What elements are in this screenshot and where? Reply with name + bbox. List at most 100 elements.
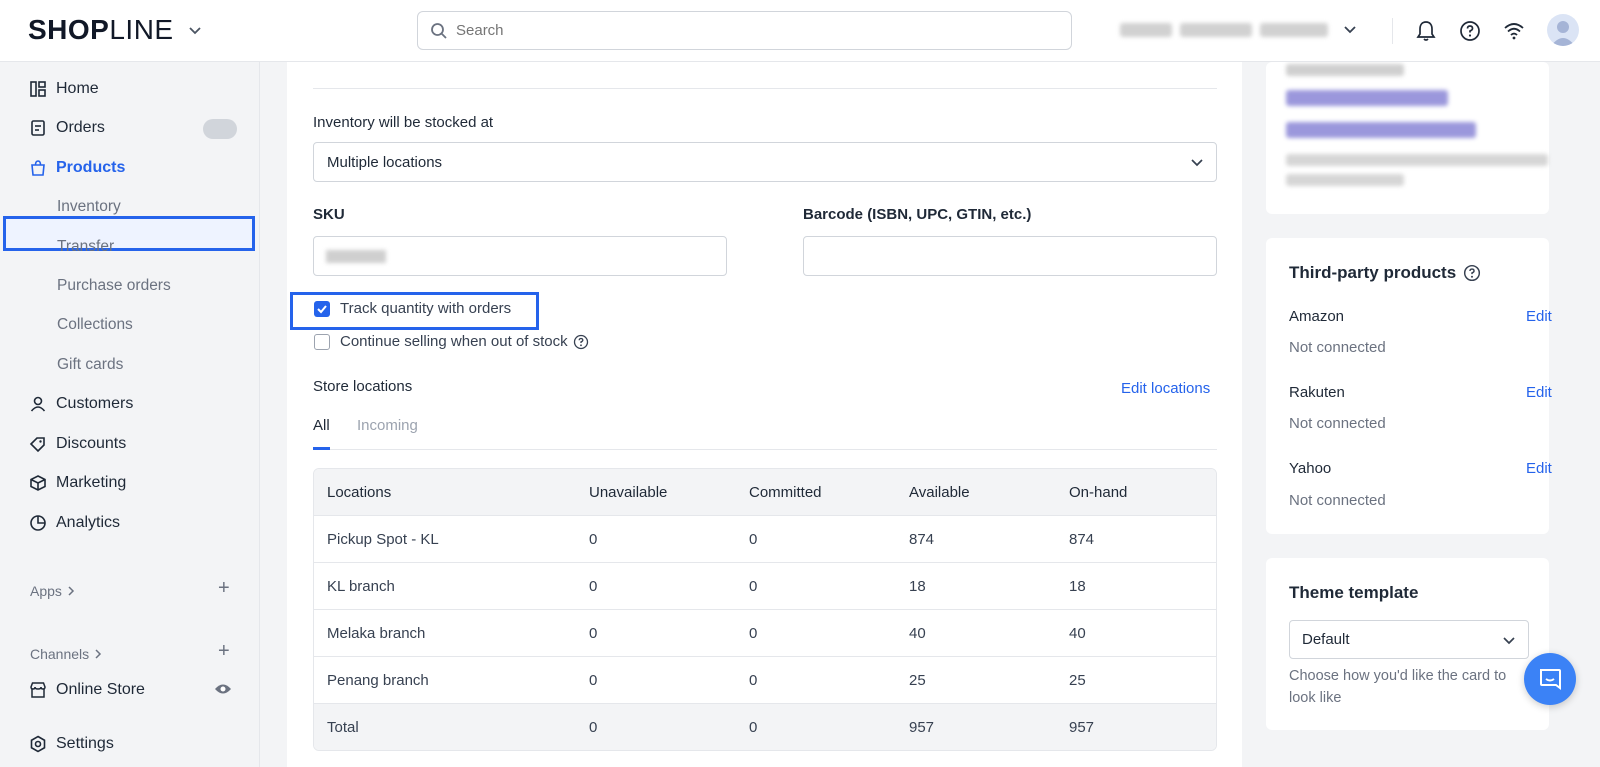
sidebar: Home Orders Products Inventory Transfer … (0, 62, 260, 767)
chevron-right-icon (95, 649, 102, 659)
on-hand-value: 40 (1069, 625, 1086, 642)
sidebar-item-label: Settings (56, 735, 114, 752)
continue-selling-row: Continue selling when out of stock (340, 333, 589, 350)
chat-bubble-button[interactable] (1524, 653, 1576, 705)
sidebar-item-purchase-orders[interactable]: Purchase orders (0, 268, 260, 304)
tab-incoming[interactable]: Incoming (357, 417, 418, 434)
sidebar-item-online-store[interactable]: Online Store (0, 672, 260, 708)
theme-template-select[interactable]: Default (1289, 620, 1529, 659)
chevron-down-icon (188, 27, 201, 35)
sku-label: SKU (313, 206, 345, 223)
help-circle-icon[interactable] (1463, 264, 1481, 282)
unavailable-value: 0 (589, 578, 598, 595)
sidebar-item-transfer[interactable]: Transfer (0, 229, 260, 265)
on-hand-value: 874 (1069, 531, 1095, 548)
sidebar-item-discounts[interactable]: Discounts (0, 426, 260, 462)
store-icon (28, 680, 48, 700)
sidebar-item-label: Products (56, 159, 126, 176)
card-divider (313, 88, 1217, 89)
available-value: 40 (909, 625, 926, 642)
third-party-title: Third-party products (1289, 263, 1457, 282)
sidebar-item-products[interactable]: Products (0, 150, 260, 186)
add-channel-plus-icon[interactable]: + (218, 640, 230, 663)
stocked-at-select[interactable]: Multiple locations (313, 142, 1217, 182)
help-circle-icon[interactable] (573, 334, 589, 350)
tab-all[interactable]: All (313, 417, 330, 434)
location-name: Penang branch (327, 672, 429, 689)
eye-icon[interactable] (214, 682, 232, 696)
add-app-plus-icon[interactable]: + (218, 577, 230, 600)
available-total: 957 (909, 719, 935, 736)
sidebar-item-home[interactable]: Home (0, 71, 260, 107)
logo-bold-text: SHOP (28, 14, 110, 45)
sidebar-item-label: Customers (56, 395, 134, 412)
tag-icon (28, 434, 48, 454)
committed-value: 0 (749, 625, 758, 642)
channels-section-link[interactable]: Channels (30, 646, 103, 662)
sidebar-item-orders[interactable]: Orders (0, 110, 260, 146)
committed-total: 0 (749, 719, 758, 736)
committed-value: 0 (749, 578, 758, 595)
checkmark-icon (317, 305, 327, 314)
sidebar-item-customers[interactable]: Customers (0, 386, 260, 422)
continue-selling-checkbox[interactable] (314, 334, 330, 350)
unavailable-value: 0 (589, 625, 598, 642)
sidebar-item-label: Marketing (56, 474, 127, 491)
theme-template-title: Theme template (1289, 583, 1419, 602)
sidebar-item-label: Orders (56, 119, 105, 136)
sidebar-item-label: Gift cards (57, 356, 124, 373)
help-icon[interactable] (1457, 18, 1483, 44)
edit-yahoo-link[interactable]: Edit (1526, 460, 1552, 477)
cube-icon (28, 473, 48, 493)
search-bar[interactable] (417, 11, 1072, 50)
amazon-status: Not connected (1289, 339, 1386, 356)
table-row: Melaka branch 0 0 40 40 (314, 610, 1216, 657)
bell-icon[interactable] (1413, 18, 1439, 44)
edit-rakuten-link[interactable]: Edit (1526, 384, 1552, 401)
sidebar-item-label: Discounts (56, 435, 127, 452)
avatar[interactable] (1547, 14, 1579, 46)
home-icon (28, 79, 48, 99)
on-hand-value: 18 (1069, 578, 1086, 595)
table-header-row: Locations Unavailable Committed Availabl… (314, 469, 1216, 516)
third-party-title-row: Third-party products (1289, 263, 1481, 283)
orders-icon (28, 118, 48, 138)
available-value: 874 (909, 531, 935, 548)
edit-amazon-link[interactable]: Edit (1526, 308, 1552, 325)
table-row: Penang branch 0 0 25 25 (314, 657, 1216, 704)
column-header: On-hand (1069, 484, 1128, 501)
available-value: 25 (909, 672, 926, 689)
theme-template-value: Default (1302, 631, 1350, 648)
search-input[interactable] (456, 22, 1036, 39)
sidebar-item-marketing[interactable]: Marketing (0, 465, 260, 501)
on-hand-value: 25 (1069, 672, 1086, 689)
column-header: Committed (749, 484, 822, 501)
chat-icon (1540, 669, 1561, 690)
stocked-at-value: Multiple locations (327, 153, 443, 171)
logo-light-text: LINE (109, 14, 174, 45)
store-chevron-down-icon[interactable] (1343, 23, 1357, 37)
shopline-logo[interactable]: SHOP LINE (28, 14, 202, 46)
sku-field[interactable] (313, 236, 727, 276)
stocked-at-label: Inventory will be stocked at (313, 114, 494, 131)
apps-section-link[interactable]: Apps (30, 583, 76, 599)
theme-template-card: Theme template Default Choose how you'd … (1266, 558, 1549, 730)
active-tab-indicator (313, 447, 330, 450)
barcode-field[interactable] (803, 236, 1217, 276)
barcode-label: Barcode (ISBN, UPC, GTIN, etc.) (803, 206, 1032, 223)
search-icon (431, 22, 447, 39)
sidebar-item-gift-cards[interactable]: Gift cards (0, 347, 260, 383)
orders-count-badge (203, 119, 237, 139)
edit-locations-link[interactable]: Edit locations (1121, 380, 1210, 397)
sidebar-item-analytics[interactable]: Analytics (0, 505, 260, 541)
track-quantity-checkbox[interactable] (314, 301, 330, 317)
unavailable-total: 0 (589, 719, 598, 736)
sidebar-item-inventory[interactable]: Inventory (0, 189, 260, 225)
sidebar-item-settings[interactable]: Settings (0, 726, 260, 762)
pie-chart-icon (28, 513, 48, 533)
wifi-icon[interactable] (1501, 18, 1527, 44)
sidebar-item-collections[interactable]: Collections (0, 307, 260, 343)
store-name-redacted[interactable] (1120, 20, 1333, 40)
locations-table: Locations Unavailable Committed Availabl… (313, 468, 1217, 751)
sidebar-item-label: Online Store (56, 681, 145, 698)
